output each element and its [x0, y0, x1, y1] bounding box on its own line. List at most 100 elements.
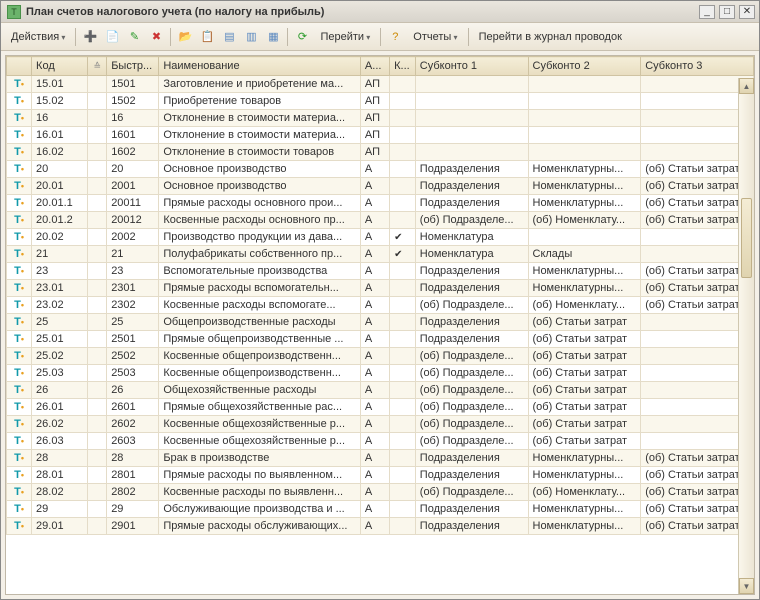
table-row[interactable]: T•2828Брак в производствеАПодразделенияН…: [7, 450, 754, 467]
goto-journal-link[interactable]: Перейти в журнал проводок: [473, 29, 628, 45]
cell-s1: [415, 110, 528, 127]
cell-s3: [641, 246, 754, 263]
minimize-button[interactable]: _: [699, 5, 715, 19]
table-row[interactable]: T•20.01.220012Косвенные расходы основног…: [7, 212, 754, 229]
scroll-up-icon[interactable]: ▲: [739, 78, 754, 94]
table-row[interactable]: T•20.01.120011Прямые расходы основного п…: [7, 195, 754, 212]
cell-s2: Номенклатурны...: [528, 501, 641, 518]
filter1-icon[interactable]: ▤: [219, 27, 239, 47]
table-row[interactable]: T•20.012001Основное производствоАПодразд…: [7, 178, 754, 195]
table-row[interactable]: T•15.021502Приобретение товаровАП: [7, 93, 754, 110]
cell-code: 15.02: [32, 93, 88, 110]
cell-name: Отклонение в стоимости материа...: [159, 110, 361, 127]
cell-fast: 20011: [107, 195, 159, 212]
table-row[interactable]: T•29.012901Прямые расходы обслуживающих.…: [7, 518, 754, 535]
reports-menu[interactable]: Отчеты: [407, 29, 463, 45]
table-row[interactable]: T•28.012801Прямые расходы по выявленном.…: [7, 467, 754, 484]
col-icon[interactable]: [7, 57, 32, 76]
col-s3[interactable]: Субконто 3: [641, 57, 754, 76]
cell-a: А: [360, 382, 389, 399]
edit-icon[interactable]: ✎: [124, 27, 144, 47]
table-row[interactable]: T•15.011501Заготовление и приобретение м…: [7, 76, 754, 93]
accounts-table[interactable]: Код ≙ Быстр... Наименование А... К... Су…: [6, 56, 754, 535]
col-fast[interactable]: Быстр...: [107, 57, 159, 76]
table-row[interactable]: T•20.022002Производство продукции из дав…: [7, 229, 754, 246]
table-row[interactable]: T•2020Основное производствоАПодразделени…: [7, 161, 754, 178]
table-row[interactable]: T•16.011601Отклонение в стоимости матери…: [7, 127, 754, 144]
row-type-icon: T•: [7, 161, 32, 178]
table-row[interactable]: T•25.012501Прямые общепроизводственные .…: [7, 331, 754, 348]
col-s2[interactable]: Субконто 2: [528, 57, 641, 76]
actions-menu[interactable]: Действия: [5, 29, 71, 45]
filter3-icon[interactable]: ▦: [263, 27, 283, 47]
col-code[interactable]: Код: [32, 57, 88, 76]
copy-icon[interactable]: 📋: [197, 27, 217, 47]
maximize-button[interactable]: □: [719, 5, 735, 19]
table-row[interactable]: T•16.021602Отклонение в стоимости товаро…: [7, 144, 754, 161]
table-row[interactable]: T•25.022502Косвенные общепроизводственн.…: [7, 348, 754, 365]
scroll-thumb[interactable]: [741, 198, 752, 278]
cell-s1: (об) Подразделе...: [415, 382, 528, 399]
cell-name: Прямые расходы обслуживающих...: [159, 518, 361, 535]
col-name[interactable]: Наименование: [159, 57, 361, 76]
cell-a: А: [360, 195, 389, 212]
filter2-icon[interactable]: ▥: [241, 27, 261, 47]
vertical-scrollbar[interactable]: ▲ ▼: [738, 78, 754, 594]
col-a[interactable]: А...: [360, 57, 389, 76]
row-type-icon: T•: [7, 382, 32, 399]
table-row[interactable]: T•23.022302Косвенные расходы вспомогате.…: [7, 297, 754, 314]
cell-code: 20.02: [32, 229, 88, 246]
row-type-icon: T•: [7, 178, 32, 195]
table-row[interactable]: T•26.032603Косвенные общехозяйственные р…: [7, 433, 754, 450]
col-sort[interactable]: ≙: [88, 57, 107, 76]
col-s1[interactable]: Субконто 1: [415, 57, 528, 76]
table-row[interactable]: T•2929Обслуживающие производства и ...АП…: [7, 501, 754, 518]
col-k[interactable]: К...: [390, 57, 416, 76]
cell-s1: (об) Подразделе...: [415, 416, 528, 433]
cell-fast: 25: [107, 314, 159, 331]
help-icon[interactable]: ?: [385, 27, 405, 47]
scroll-down-icon[interactable]: ▼: [739, 578, 754, 594]
cell-fast: 20: [107, 161, 159, 178]
table-row[interactable]: T•2121Полуфабрикаты собственного пр...А✔…: [7, 246, 754, 263]
table-row[interactable]: T•25.032503Косвенные общепроизводственн.…: [7, 365, 754, 382]
cell-s2: Номенклатурны...: [528, 280, 641, 297]
delete-icon[interactable]: ✖: [146, 27, 166, 47]
goto-menu[interactable]: Перейти: [314, 29, 376, 45]
refresh-icon[interactable]: ⟳: [292, 27, 312, 47]
close-button[interactable]: ✕: [739, 5, 755, 19]
cell-k: [390, 110, 416, 127]
cell-name: Прямые общехозяйственные рас...: [159, 399, 361, 416]
cell-name: Косвенные расходы вспомогате...: [159, 297, 361, 314]
row-type-icon: T•: [7, 348, 32, 365]
table-row[interactable]: T•26.022602Косвенные общехозяйственные р…: [7, 416, 754, 433]
table-row[interactable]: T•28.022802Косвенные расходы по выявленн…: [7, 484, 754, 501]
cell-code: 28: [32, 450, 88, 467]
table-row[interactable]: T•2323Вспомогательные производстваАПодра…: [7, 263, 754, 280]
table-row[interactable]: T•2525Общепроизводственные расходыАПодра…: [7, 314, 754, 331]
cell-s1: Номенклатура: [415, 246, 528, 263]
table-row[interactable]: T•2626Общехозяйственные расходыА(об) Под…: [7, 382, 754, 399]
cell-code: 16.02: [32, 144, 88, 161]
add-icon[interactable]: ➕: [80, 27, 100, 47]
row-type-icon: T•: [7, 76, 32, 93]
cell-a: А: [360, 161, 389, 178]
cell-code: 25.02: [32, 348, 88, 365]
table-row[interactable]: T•26.012601Прямые общехозяйственные рас.…: [7, 399, 754, 416]
cell-a: АП: [360, 110, 389, 127]
table-row[interactable]: T•23.012301Прямые расходы вспомогательн.…: [7, 280, 754, 297]
cell-s1: Подразделения: [415, 501, 528, 518]
cell-code: 20.01.1: [32, 195, 88, 212]
cell-s2: Номенклатурны...: [528, 467, 641, 484]
cell-s1: Подразделения: [415, 280, 528, 297]
cell-k: [390, 297, 416, 314]
cell-s2: (об) Номенклату...: [528, 297, 641, 314]
cell-name: Прямые расходы вспомогательн...: [159, 280, 361, 297]
table-row[interactable]: T•1616Отклонение в стоимости материа...А…: [7, 110, 754, 127]
cell-s2: (об) Статьи затрат: [528, 433, 641, 450]
move-icon[interactable]: 📂: [175, 27, 195, 47]
cell-s1: (об) Подразделе...: [415, 365, 528, 382]
cell-fast: 2601: [107, 399, 159, 416]
add-folder-icon[interactable]: 📄: [102, 27, 122, 47]
cell-s1: [415, 93, 528, 110]
